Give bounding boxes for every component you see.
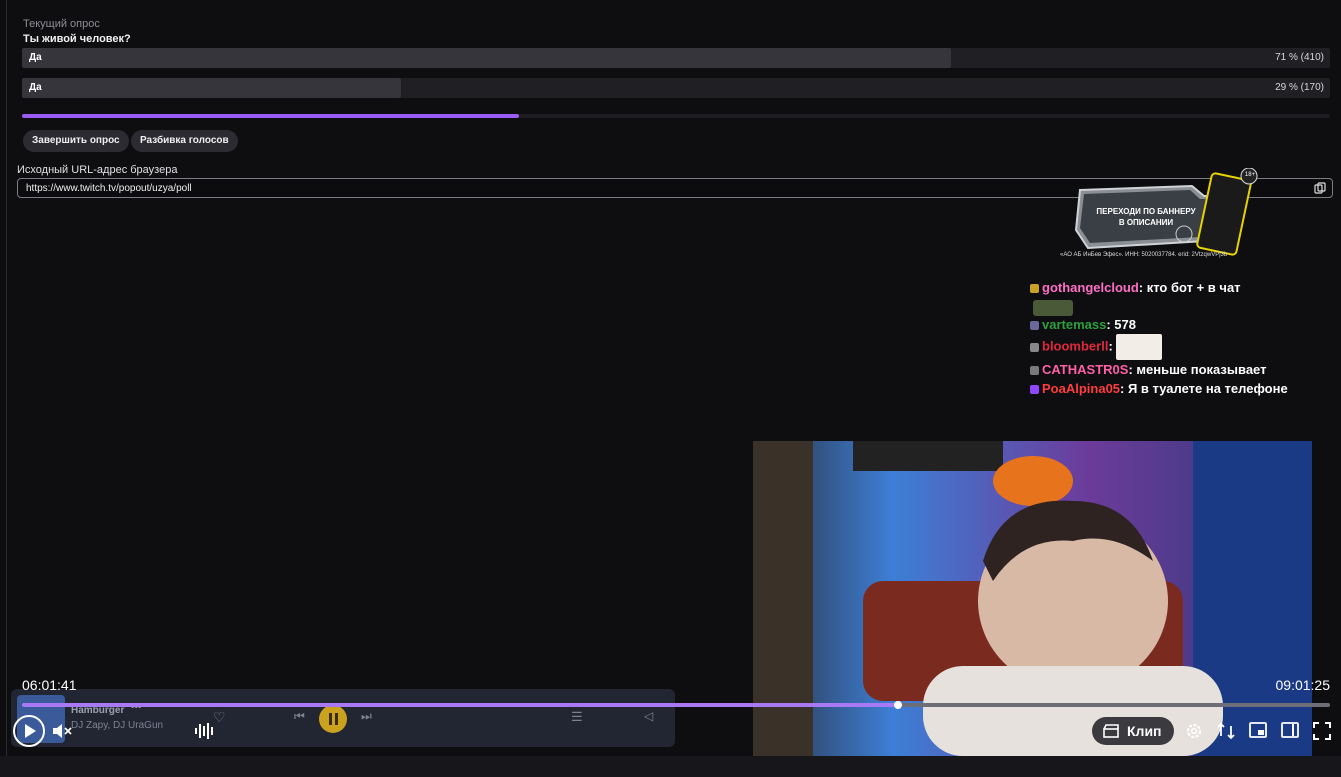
page-bottom-strip — [0, 756, 1341, 777]
chat-text: : Я в туалете на телефоне — [1120, 381, 1288, 396]
money-emote-icon — [1033, 299, 1073, 316]
seek-bar[interactable] — [22, 701, 1330, 709]
chat-overlay: gothangelcloud: кто бот + в чат vartemas… — [1030, 278, 1290, 398]
settings-gear-icon[interactable] — [1185, 722, 1203, 740]
banner-text-2: В ОПИСАНИИ — [1118, 218, 1174, 227]
mute-icon[interactable] — [52, 722, 72, 740]
chat-text: : 578 — [1106, 317, 1136, 332]
audio-waveform-icon[interactable] — [194, 722, 214, 740]
badge-icon — [1030, 342, 1039, 352]
total-time: 09:01:25 — [1275, 677, 1331, 693]
poll-option-label: Да — [29, 82, 42, 93]
chat-text: : — [1108, 338, 1113, 354]
fullscreen-icon[interactable] — [1313, 722, 1331, 740]
poll-timer-bar — [22, 114, 1330, 118]
chat-username: vartemass — [1042, 317, 1107, 332]
poll-option-bar — [22, 78, 402, 98]
source-url-value: https://www.twitch.tv/popout/uzya/poll — [26, 183, 192, 194]
chat-text: : кто бот + в чат — [1138, 280, 1241, 295]
next-icon[interactable]: ⏭ — [361, 709, 372, 724]
banner-legal: «АО АБ ИнБев Эфес». ИНН: 5020037784. eri… — [1060, 252, 1228, 258]
clip-label: Клип — [1127, 723, 1162, 739]
poll-label: Текущий опрос — [23, 18, 100, 30]
banner-text-1: ПЕРЕХОДИ ПО БАННЕРУ — [1096, 207, 1196, 216]
poll-option-result: 71 % (410) — [1275, 52, 1324, 63]
poll-timer-fill — [22, 114, 520, 118]
poll-option-result: 29 % (170) — [1275, 82, 1324, 93]
track-artist: DJ Zapy, DJ UraGun — [71, 720, 164, 731]
heart-icon[interactable]: ♡ — [213, 709, 226, 726]
picture-in-picture-icon[interactable] — [1249, 722, 1267, 738]
chat-username: PoaAlpina05 — [1042, 381, 1121, 396]
age-badge: 18+ — [1244, 172, 1256, 178]
copy-icon[interactable] — [1314, 182, 1326, 194]
music-player-widget[interactable]: Hamburger ••• DJ Zapy, DJ UraGun ♡ ⏮ ⏭ ☰… — [11, 689, 675, 747]
sticker-emote-icon — [1115, 334, 1162, 360]
clapperboard-icon — [1103, 724, 1119, 738]
webcam-video — [753, 441, 1312, 756]
badge-icon — [1030, 321, 1039, 331]
current-time: 06:01:41 — [22, 677, 77, 693]
chat-text: : меньше показывает — [1128, 362, 1267, 377]
source-url-label: Исходный URL-адрес браузера — [17, 164, 178, 176]
badge-icon — [1030, 385, 1039, 395]
chat-username: CATHASTR0S — [1042, 362, 1129, 377]
poll-option-2: Да 29 % (170) — [22, 78, 1330, 98]
badge-icon — [1030, 284, 1039, 294]
sync-icon[interactable] — [1217, 721, 1235, 741]
chat-username: bloomberll — [1042, 338, 1109, 354]
clip-button[interactable]: Клип — [1092, 717, 1174, 745]
pause-button[interactable] — [319, 705, 347, 733]
theatre-mode-icon[interactable] — [1281, 722, 1299, 738]
sponsor-banner[interactable]: ПЕРЕХОДИ ПО БАННЕРУ В ОПИСАНИИ 18+ «АО А… — [1060, 167, 1262, 263]
queue-icon[interactable]: ☰ — [571, 709, 583, 725]
vote-breakdown-button[interactable]: Разбивка голосов — [131, 130, 238, 152]
chat-message: PoaAlpina05: Я в туалете на телефоне — [1030, 379, 1290, 398]
poll-option-label: Да — [29, 52, 42, 63]
play-icon[interactable] — [12, 714, 46, 748]
poll-option-bar — [22, 48, 951, 68]
chat-message: vartemass: 578 — [1030, 315, 1290, 334]
chat-message: gothangelcloud: кто бот + в чат — [1030, 278, 1290, 297]
poll-question: Ты живой человек? — [23, 33, 131, 45]
volume-icon[interactable]: ◁ — [644, 709, 653, 723]
badge-icon — [1030, 366, 1039, 376]
chat-message: bloomberll: — [1030, 334, 1290, 360]
poll-option-1: Да 71 % (410) — [22, 48, 1330, 68]
seek-bar-fill — [22, 703, 899, 707]
chat-message: CATHASTR0S: меньше показывает — [1030, 360, 1290, 379]
previous-icon[interactable]: ⏮ — [294, 709, 305, 724]
end-poll-button[interactable]: Завершить опрос — [23, 130, 129, 152]
webcam-frame — [753, 441, 1312, 756]
chat-username: gothangelcloud — [1042, 280, 1139, 295]
